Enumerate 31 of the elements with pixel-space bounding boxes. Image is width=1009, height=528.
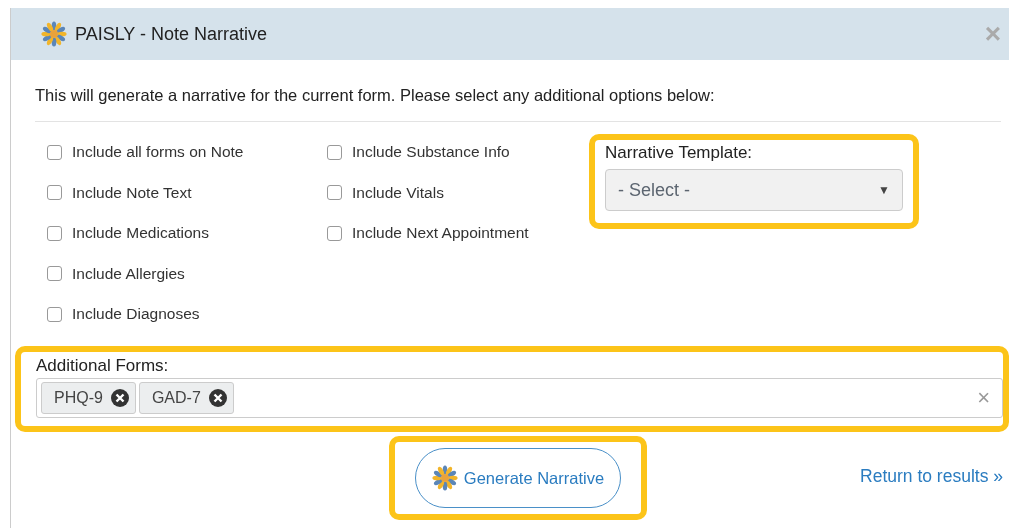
caret-icon: ▼ bbox=[878, 183, 890, 197]
flower-logo-icon bbox=[41, 21, 67, 47]
checkbox[interactable] bbox=[47, 185, 62, 201]
form-tag[interactable]: GAD-7 bbox=[138, 382, 234, 414]
option-label: Include Diagnoses bbox=[72, 305, 200, 324]
forms-field[interactable]: PHQ-9 GAD-7 × bbox=[36, 378, 1003, 418]
option-label: Include Allergies bbox=[72, 264, 185, 283]
option-label: Include Medications bbox=[72, 224, 209, 243]
option-label: Include Vitals bbox=[352, 183, 444, 202]
field-label: Additional Forms: bbox=[36, 356, 170, 376]
checkbox[interactable] bbox=[327, 225, 342, 241]
option-label: Include Next Appointment bbox=[352, 224, 529, 243]
flower-icon bbox=[431, 465, 458, 491]
checkbox[interactable] bbox=[47, 306, 62, 322]
intro-text: This will generate a narrative for the current form. Please select any additional options below: bbox=[35, 60, 1001, 122]
generate-button[interactable]: Generate Narrative bbox=[414, 448, 622, 508]
checkbox[interactable] bbox=[327, 185, 342, 201]
option-label: Include Note Text bbox=[72, 183, 192, 202]
return-link[interactable]: Return to results » bbox=[860, 465, 1003, 487]
checkbox[interactable] bbox=[47, 144, 62, 160]
checkbox[interactable] bbox=[327, 144, 342, 160]
remove-icon[interactable] bbox=[110, 389, 129, 407]
remove-icon[interactable] bbox=[208, 389, 227, 407]
template-dropdown[interactable]: - Select - ▼ bbox=[605, 169, 903, 211]
window-title: PAISLY - Note Narrative bbox=[75, 23, 268, 45]
checkbox[interactable] bbox=[47, 266, 62, 282]
checkbox[interactable] bbox=[47, 225, 62, 241]
option-label: Include all forms on Note bbox=[72, 143, 244, 162]
field-label: Narrative Template: bbox=[605, 143, 754, 163]
option-label: Include Substance Info bbox=[352, 143, 510, 162]
form-tag[interactable]: PHQ-9 bbox=[41, 382, 136, 414]
